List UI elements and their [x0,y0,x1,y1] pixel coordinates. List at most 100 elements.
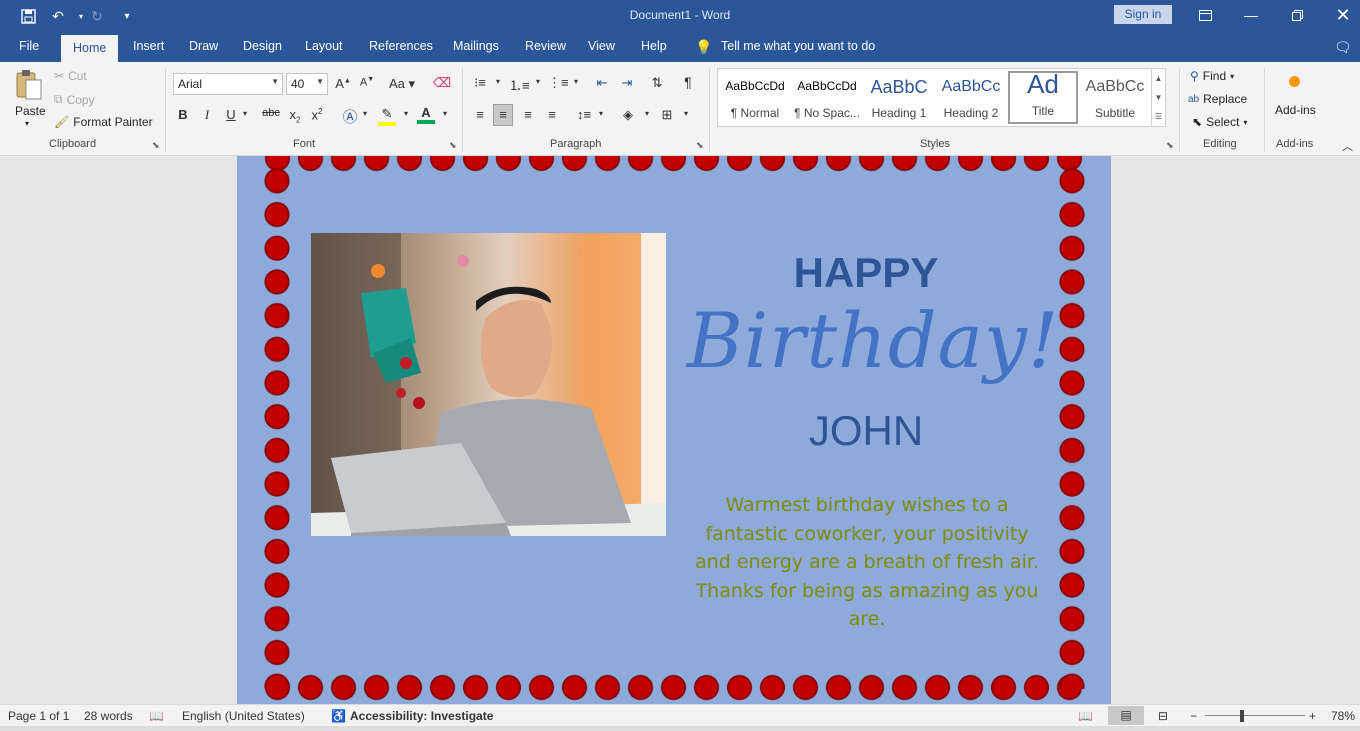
horizontal-scrollbar[interactable] [0,726,1360,731]
tab-review[interactable]: Review [525,39,566,53]
highlight-color-icon[interactable]: ✎ [378,106,396,126]
justify-icon[interactable]: ≡ [542,107,562,122]
tab-layout[interactable]: Layout [305,39,343,53]
bullets-dropdown-icon[interactable]: ▾ [488,77,508,86]
restore-icon[interactable] [1274,0,1320,30]
read-mode-icon[interactable]: 📖 [1078,709,1093,723]
zoom-in-icon[interactable]: + [1309,709,1316,723]
chevron-down-icon[interactable]: ▼ [316,77,324,86]
paragraph-launcher-icon[interactable]: ⬊ [696,140,704,151]
numbering-icon[interactable]: ⒈≡ [509,75,530,94]
align-right-icon[interactable]: ≡ [518,107,538,122]
superscript-icon[interactable]: x2 [307,107,327,122]
tab-mailings[interactable]: Mailings [453,39,499,53]
document-page[interactable]: HAPPY Birthday! JOHN Warmest birthday wi… [237,156,1111,704]
paste-dropdown-icon[interactable]: ▾ [25,119,29,128]
tab-home[interactable]: Home [61,35,119,62]
tab-references[interactable]: References [369,39,433,53]
zoom-slider-thumb[interactable] [1240,710,1244,722]
close-icon[interactable]: ✕ [1320,0,1360,30]
align-center-icon[interactable]: ≡ [493,104,513,126]
tab-help[interactable]: Help [641,39,667,53]
sign-in-button[interactable]: Sign in [1114,5,1172,24]
styles-launcher-icon[interactable]: ⬊ [1166,140,1174,151]
font-launcher-icon[interactable]: ⬊ [449,140,457,151]
paste-button[interactable]: Paste [15,104,46,118]
highlight-dropdown-icon[interactable]: ▾ [396,109,416,118]
show-formatting-marks-icon[interactable]: ¶ [678,74,698,90]
chevron-up-icon[interactable]: ▲ [1152,69,1165,88]
paste-icon[interactable] [14,69,44,101]
underline-dropdown-icon[interactable]: ▾ [235,109,255,118]
zoom-out-icon[interactable]: − [1190,709,1197,723]
font-color-icon[interactable]: A [417,105,435,124]
shrink-font-icon[interactable]: A▼ [357,76,377,89]
italic-icon[interactable]: I [197,107,217,123]
card-message[interactable]: Warmest birthday wishes to a fantastic c… [692,491,1042,634]
style-subtitle[interactable]: AaBbCc Subtitle [1080,71,1150,124]
align-left-icon[interactable]: ≡ [470,107,490,122]
sort-icon[interactable]: ⇅ [647,75,667,91]
replace-button[interactable]: ab Replace [1188,92,1247,106]
line-spacing-dropdown-icon[interactable]: ▾ [591,109,611,118]
zoom-level[interactable]: 78% [1331,709,1355,723]
addins-button[interactable]: Add-ins [1275,103,1316,117]
borders-icon[interactable]: ⊞ [657,107,677,123]
increase-indent-icon[interactable]: ⇥ [617,75,637,91]
change-case-icon[interactable]: Aa ▾ [387,76,417,92]
font-color-dropdown-icon[interactable]: ▾ [435,109,455,118]
numbering-dropdown-icon[interactable]: ▾ [528,77,548,86]
language-indicator[interactable]: English (United States) [182,709,305,723]
tab-view[interactable]: View [588,39,615,53]
accessibility-status[interactable]: Accessibility: Investigate [350,709,493,723]
styles-scroll[interactable]: ▲ ▼ ☰ [1151,69,1165,126]
card-recipient-name[interactable]: JOHN [687,407,1045,455]
ribbon-display-options-icon[interactable] [1182,0,1228,30]
tab-file[interactable]: File [19,39,39,53]
format-painter-button[interactable]: 🖌 Format Painter [54,115,153,129]
birthday-photo[interactable] [311,233,666,536]
more-styles-icon[interactable]: ☰ [1152,107,1165,126]
shading-icon[interactable]: ◈ [618,107,638,123]
style-heading-2[interactable]: AaBbCc Heading 2 [936,71,1006,124]
style-title[interactable]: Ad Title [1008,69,1078,124]
clipboard-launcher-icon[interactable]: ⬊ [152,140,160,151]
tell-me-search[interactable]: Tell me what you want to do [721,39,875,53]
style-heading-1[interactable]: AaBbC Heading 1 [864,71,934,124]
style-no-spacing[interactable]: AaBbCcDd ¶ No Spac... [792,71,862,124]
tab-design[interactable]: Design [243,39,282,53]
grow-font-icon[interactable]: A▲ [333,76,353,91]
card-birthday-text[interactable]: Birthday! [687,296,1058,385]
tab-draw[interactable]: Draw [189,39,218,53]
bullets-icon[interactable]: ⁝≡ [470,75,490,91]
word-count[interactable]: 28 words [84,709,133,723]
find-button[interactable]: ⚲ Find ▾ [1190,69,1234,83]
bold-icon[interactable]: B [173,107,193,122]
minimize-icon[interactable]: — [1228,0,1274,30]
collapse-ribbon-icon[interactable]: ︿ [1342,138,1353,154]
tab-insert[interactable]: Insert [133,39,164,53]
chevron-down-icon[interactable]: ▼ [1152,88,1165,107]
print-layout-icon[interactable]: ▤ [1108,706,1144,725]
font-size-combo[interactable]: 40 ▼ [286,73,328,95]
card-happy-text[interactable]: HAPPY [687,249,1045,297]
document-canvas[interactable]: HAPPY Birthday! JOHN Warmest birthday wi… [0,156,1360,704]
zoom-slider[interactable] [1205,715,1305,716]
clear-formatting-icon[interactable]: ⌫ [432,75,452,91]
font-name-combo[interactable]: Arial ▼ [173,73,283,95]
multilevel-list-icon[interactable]: ⋮≡ [548,75,569,91]
web-layout-icon[interactable]: ⊟ [1158,709,1168,723]
decrease-indent-icon[interactable]: ⇤ [592,75,612,91]
proofing-icon[interactable]: 📖 [149,709,164,723]
shading-dropdown-icon[interactable]: ▾ [637,109,657,118]
select-button[interactable]: ⬉ Select ▾ [1192,115,1247,129]
borders-dropdown-icon[interactable]: ▾ [676,109,696,118]
subscript-icon[interactable]: x2 [285,107,305,125]
strikethrough-icon[interactable]: abc [261,107,281,119]
addins-icon[interactable] [1289,76,1300,87]
comments-icon[interactable]: 🗨 [1334,39,1352,56]
style-normal[interactable]: AaBbCcDd ¶ Normal [720,71,790,124]
page-count[interactable]: Page 1 of 1 [8,709,69,723]
chevron-down-icon[interactable]: ▼ [271,77,279,86]
multilevel-dropdown-icon[interactable]: ▾ [566,77,586,86]
